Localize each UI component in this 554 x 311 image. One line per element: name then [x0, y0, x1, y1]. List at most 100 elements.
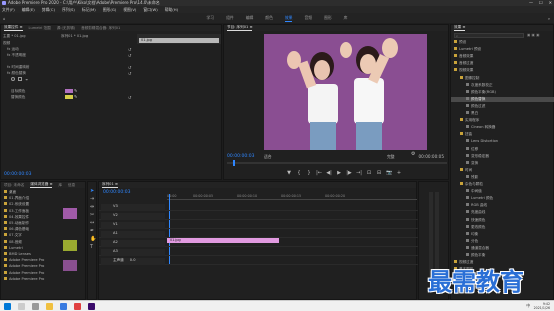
timeline-track[interactable]: A1	[99, 231, 418, 238]
media-browser-item[interactable]: 04.效果控件	[1, 214, 59, 221]
tab-audio-mixer[interactable]: 音频剪辑混合器: 序列01	[81, 26, 120, 31]
filter-icons[interactable]: ▣ ▣ ▣	[527, 33, 539, 37]
tab-info[interactable]: 信息	[68, 183, 75, 188]
track-header[interactable]: 主声道 0.0	[101, 258, 165, 265]
media-browser-item[interactable]: 桌面	[1, 190, 59, 196]
tab-effects[interactable]: 效果 ≡	[454, 25, 466, 31]
step-back-button[interactable]: ◀|	[326, 170, 332, 176]
video-clip[interactable]: 01.jpg	[167, 238, 279, 243]
track-header[interactable]: A2	[101, 240, 165, 247]
program-timecode-left[interactable]: 00:00:00:03	[227, 154, 254, 159]
timeline-timecode[interactable]: 00:00:00:03	[103, 190, 130, 195]
effects-tree-item[interactable]: 灰度系数校正	[451, 82, 554, 89]
menu-file[interactable]: 文件(F)	[2, 7, 15, 13]
razor-icon[interactable]: ✂	[90, 212, 94, 218]
workspace-assembly[interactable]: 组件	[226, 15, 234, 21]
export-frame-button[interactable]: 📷	[386, 170, 392, 176]
effects-tree-item[interactable]: 更改颜色	[451, 224, 554, 231]
menu-window[interactable]: 窗口(W)	[143, 7, 157, 13]
media-browser-item[interactable]: 01.界面介绍	[1, 196, 59, 202]
sequence-clip-label[interactable]: 序列01 * 01.jpg	[61, 34, 88, 39]
reset-icon[interactable]: ↺	[128, 65, 131, 70]
button-editor-button[interactable]: +	[396, 170, 402, 176]
effects-tree-item[interactable]: 颜色过滤	[451, 103, 554, 110]
effects-tree-item[interactable]: 视频效果	[451, 68, 554, 74]
effects-tree-item[interactable]: 中间值	[451, 189, 554, 195]
effects-tree-item[interactable]: 变形稳定器	[451, 153, 554, 160]
ellipse-mask-icon[interactable]	[11, 77, 15, 81]
slip-tool-icon[interactable]: ↔	[90, 220, 94, 226]
workspace-learn[interactable]: 学习	[207, 15, 215, 21]
thumbnail[interactable]	[63, 240, 77, 251]
effects-tree-item[interactable]: 音频效果	[451, 54, 554, 60]
workspace-editing[interactable]: 编辑	[246, 15, 254, 21]
menu-sequence[interactable]: 序列(S)	[62, 7, 75, 13]
effects-search-input[interactable]: ⌕	[454, 33, 524, 38]
effects-tree-item[interactable]: Lumetri 颜色	[451, 196, 554, 202]
tab-libraries[interactable]: 库	[58, 183, 62, 188]
home-icon[interactable]: ⌂	[3, 16, 5, 21]
menu-marker[interactable]: 标记(M)	[82, 7, 96, 13]
wrench-icon[interactable]: ⚙	[411, 151, 415, 157]
maximize-button[interactable]: ☐	[539, 0, 543, 5]
effects-tree-item[interactable]: Lens Distortion	[451, 139, 554, 145]
search-icon[interactable]: ⌕	[548, 16, 550, 21]
effects-tree-item[interactable]: 分色	[451, 238, 554, 245]
step-forward-button[interactable]: |▶	[346, 170, 352, 176]
media-browser-item[interactable]: 03.工作面板	[1, 208, 59, 215]
task-view-icon[interactable]	[32, 303, 39, 310]
menu-graphics[interactable]: 图形(G)	[103, 7, 117, 13]
effects-tree-item[interactable]: 位移	[451, 146, 554, 153]
add-marker-button[interactable]: ▼	[286, 170, 292, 176]
media-browser-item[interactable]: 08.音频	[1, 239, 59, 246]
clock[interactable]: 9:42 2021/1/26	[534, 302, 550, 310]
master-clip-label[interactable]: 主要 * 01.jpg	[3, 34, 26, 39]
workspace-color[interactable]: 颜色	[265, 15, 273, 21]
track-header[interactable]: V1	[101, 222, 165, 229]
workspace-effects[interactable]: 效果	[284, 15, 293, 22]
media-browser-item[interactable]: Adobe Premiere Pro	[1, 264, 59, 270]
media-browser-item[interactable]: Adobe Premiere Pro	[1, 276, 59, 283]
workspace-libraries[interactable]: 库	[344, 15, 348, 21]
effects-tree-item[interactable]: 变换	[451, 160, 554, 167]
tab-effect-controls[interactable]: 效果控件 ≡	[4, 25, 23, 31]
effects-tree-item[interactable]: Lumetri 预设	[451, 47, 554, 53]
effects-tree-item[interactable]: 黑白	[451, 111, 554, 117]
media-browser-item[interactable]: 06.调色基础	[1, 227, 59, 233]
media-browser-item[interactable]: BMD Lenses	[1, 252, 59, 258]
effects-tree-item[interactable]: 扭曲	[451, 132, 554, 138]
effects-tree-item[interactable]: 通道混合器	[451, 245, 554, 252]
effects-tree-item[interactable]: Cineon 转换器	[451, 125, 554, 131]
effect-row-time-remap[interactable]: fx 时间重映射	[7, 65, 30, 70]
pen-mask-icon[interactable]: ✒	[25, 78, 28, 82]
media-browser-item[interactable]: 05.动画制作	[1, 221, 59, 227]
playhead[interactable]	[233, 160, 235, 166]
media-browser-item[interactable]: Lumetri	[1, 245, 59, 252]
reset-icon[interactable]: ↺	[128, 71, 131, 76]
search-icon[interactable]	[18, 303, 25, 310]
extract-button[interactable]: ⊟	[376, 170, 382, 176]
minimize-button[interactable]: —	[529, 0, 533, 5]
go-to-in-button[interactable]: |←	[316, 170, 322, 176]
effects-tree-item[interactable]: RGB 曲线	[451, 203, 554, 209]
media-browser-item[interactable]: 02.系统设置	[1, 202, 59, 208]
timeline-track[interactable]: V3	[99, 204, 418, 211]
track-header[interactable]: V3	[101, 204, 165, 211]
fit-dropdown[interactable]: 适合	[264, 154, 272, 160]
reset-icon[interactable]: ↺	[128, 53, 131, 58]
effects-tree-item[interactable]: 杂色与颗粒	[451, 182, 554, 188]
effects-tree-item[interactable]: 颜色平衡(RGB)	[451, 89, 554, 96]
track-header[interactable]: A3	[101, 249, 165, 256]
program-scrubber[interactable]	[227, 160, 447, 166]
tab-sequence[interactable]: 序列01 ≡	[102, 182, 118, 188]
media-browser-item[interactable]: Adobe Premiere Pro	[1, 270, 59, 277]
timeline-track[interactable]: A3	[99, 249, 418, 256]
effects-tree-item[interactable]: 时间	[451, 167, 554, 174]
play-button[interactable]: ▶	[336, 170, 342, 176]
tab-lumetri-scopes[interactable]: Lumetri 范围	[29, 26, 51, 31]
replace-color-swatch[interactable]	[65, 95, 73, 99]
close-button[interactable]: ✕	[549, 0, 552, 5]
file-explorer-icon[interactable]	[46, 303, 53, 310]
effects-tree-item[interactable]: 颜色平衡	[451, 253, 554, 259]
target-color-swatch[interactable]	[65, 89, 73, 93]
